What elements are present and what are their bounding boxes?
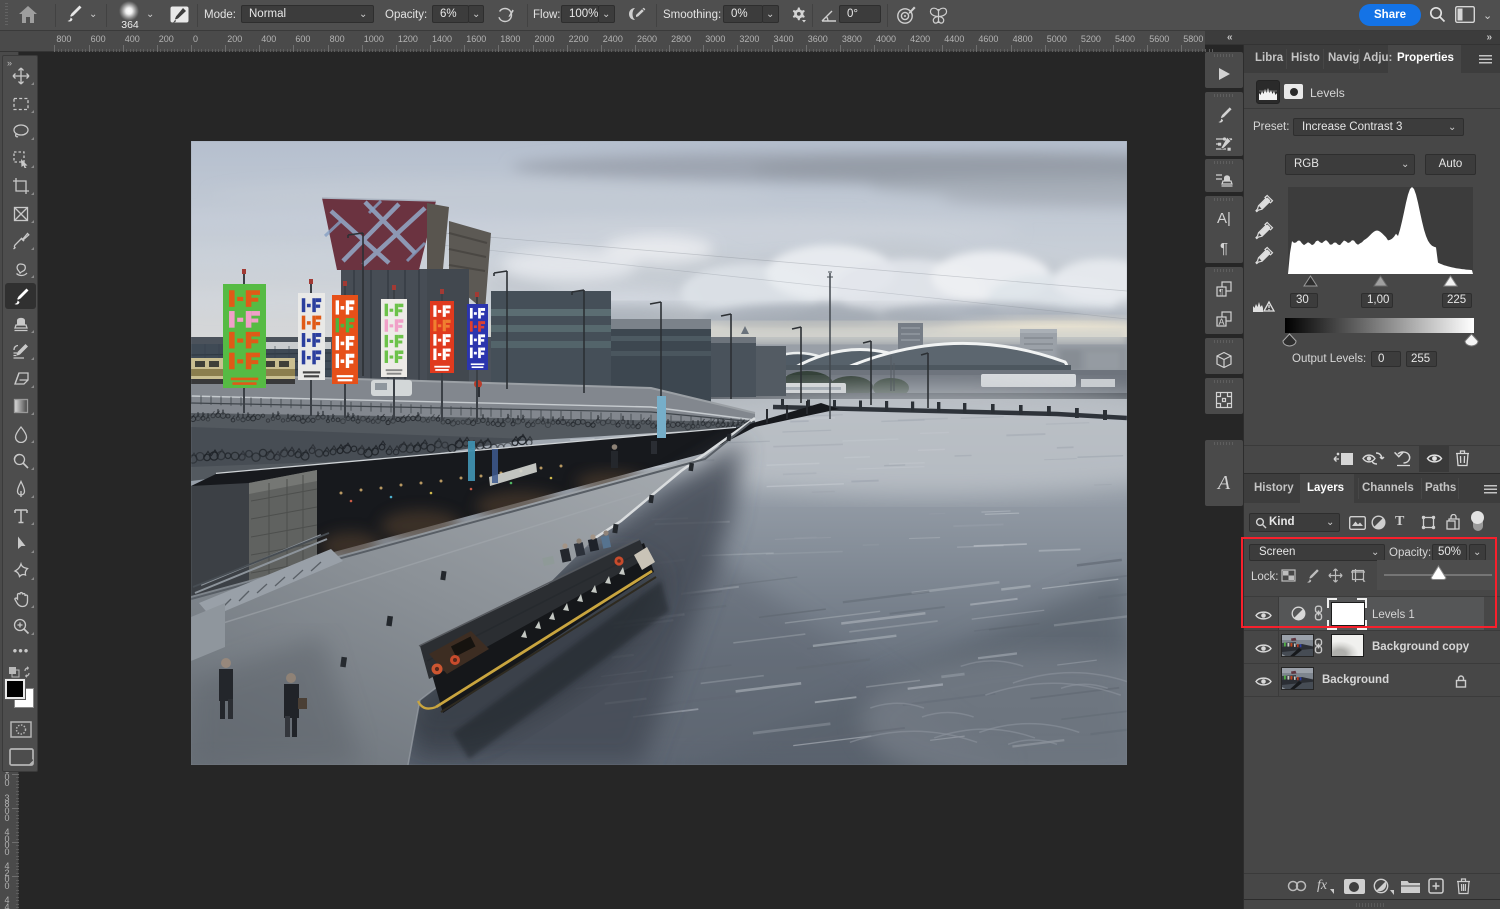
svg-text:¶: ¶ bbox=[1219, 288, 1223, 297]
svg-text:A: A bbox=[1219, 317, 1225, 327]
